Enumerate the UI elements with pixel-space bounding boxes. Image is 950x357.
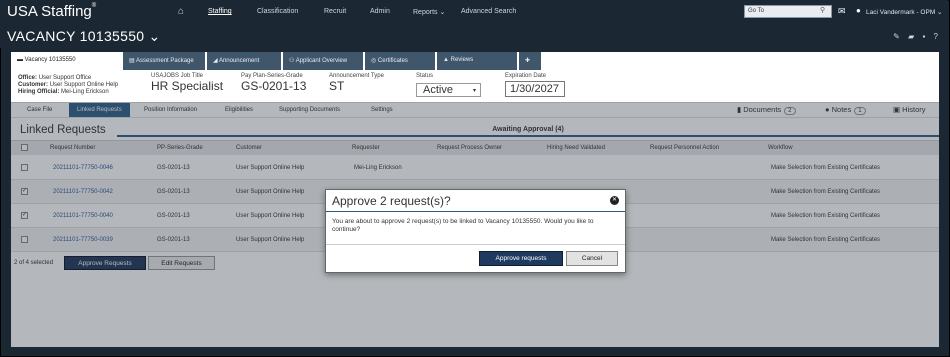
vacancy-title[interactable]: VACANCY 10135550 ⌄ <box>7 28 161 45</box>
tab-reviews[interactable]: ▲ Reviews <box>437 52 517 70</box>
nav-advanced-search[interactable]: Advanced Search <box>461 8 516 15</box>
pps-field: Pay Plan-Series-Grade GS-0201-13 <box>241 73 306 93</box>
mail-icon[interactable]: ✉ <box>838 6 846 17</box>
certificate-icon: ◎ <box>371 58 378 64</box>
tab-label: Announcement <box>218 58 260 64</box>
expiration-input[interactable]: 1/30/2027 <box>505 81 565 97</box>
tab-label: Vacancy 10135550 <box>24 57 76 63</box>
user-icon: ● <box>856 6 861 15</box>
expiration-label: Expiration Date <box>505 73 547 79</box>
close-icon[interactable]: ✕ <box>610 196 619 205</box>
brand-text: USA Staffing <box>7 3 92 20</box>
nav-admin[interactable]: Admin <box>370 8 390 15</box>
office-label: Office: <box>18 75 38 81</box>
folder-icon[interactable]: ▰ <box>908 32 914 41</box>
goto-input[interactable]: Go To <box>744 5 832 18</box>
vacancy-bar: VACANCY 10135550 ⌄ ✎ ▰ ▪ ? <box>0 24 948 48</box>
announcement-type-field: Announcement Type ST <box>329 73 384 93</box>
user-menu[interactable]: Laci Vandermark - OPM ⌄ <box>866 8 943 16</box>
top-nav: USA Staffing® ⌂ Staffing Classification … <box>0 0 948 24</box>
job-title-value: HR Specialist <box>151 79 224 93</box>
office-value: User Support Office <box>38 75 92 81</box>
comment-icon[interactable]: ▪ <box>922 32 925 41</box>
hiring-value: Mei-Ling Erickson <box>61 89 109 95</box>
chevron-down-icon: ▾ <box>472 88 476 94</box>
briefcase-icon: ▬ <box>17 57 25 63</box>
customer-label: Customer: <box>18 82 49 88</box>
dialog-message: You are about to approve 2 request(s) to… <box>332 218 594 233</box>
hiring-label: Hiring Official: <box>18 89 60 95</box>
cancel-button[interactable]: Cancel <box>566 251 618 266</box>
help-icon[interactable]: ? <box>934 32 938 41</box>
approve-button[interactable]: Approve requests <box>479 251 563 266</box>
tab-label: Assessment Package <box>136 58 194 64</box>
dialog-title: Approve 2 request(s)? <box>332 194 451 208</box>
tab-label: Applicant Overview <box>295 58 348 64</box>
nav-reports[interactable]: Reports ⌄ <box>413 8 445 16</box>
nav-classification[interactable]: Classification <box>257 8 298 15</box>
tab-label: Certificates <box>377 58 408 64</box>
status-field: Status <box>416 73 433 79</box>
nav-recruit[interactable]: Recruit <box>324 8 346 15</box>
status-label: Status <box>416 73 434 79</box>
people-icon: ⚇ <box>289 58 296 64</box>
vacancy-meta: Office: User Support Office Customer: Us… <box>18 75 118 96</box>
home-icon[interactable]: ⌂ <box>178 6 184 17</box>
brand-logo[interactable]: USA Staffing® <box>7 3 96 20</box>
dialog-divider <box>326 211 625 212</box>
tab-applicant-overview[interactable]: ⚇ Applicant Overview <box>283 52 363 70</box>
vacancy-info: Office: User Support Office Customer: Us… <box>11 70 939 102</box>
tab-add[interactable]: ✚ <box>519 52 541 70</box>
customer-value: User Support Online Help <box>49 82 119 88</box>
edit-icon[interactable]: ✎ <box>893 32 900 41</box>
job-title-field: USAJOBS Job Title HR Specialist <box>151 73 223 93</box>
status-select[interactable]: Active ▾ <box>416 83 481 97</box>
thumbs-up-icon: ▲ <box>443 57 451 63</box>
pps-value: GS-0201-13 <box>241 79 307 93</box>
dialog-footer-divider <box>326 244 625 245</box>
tab-announcement[interactable]: ◢ Announcement <box>207 52 281 70</box>
approve-dialog: Approve 2 request(s)? ✕ You are about to… <box>325 189 626 273</box>
tab-label: Reviews <box>450 57 474 63</box>
tab-certificates[interactable]: ◎ Certificates <box>365 52 435 70</box>
brand-mark: ® <box>91 3 97 9</box>
tab-vacancy[interactable]: ▬ Vacancy 10135550 <box>11 52 121 70</box>
announcement-type-value: ST <box>329 79 345 93</box>
expiration-field: Expiration Date <box>505 73 546 79</box>
package-icon: ▤ <box>129 58 137 64</box>
vacancy-actions: ✎ ▰ ▪ ? <box>887 32 938 41</box>
status-value: Active <box>423 84 453 96</box>
nav-staffing[interactable]: Staffing <box>208 8 232 15</box>
search-icon[interactable]: ⚲ <box>820 6 825 14</box>
tab-assessment-package[interactable]: ▤ Assessment Package <box>123 52 205 70</box>
plus-icon: ✚ <box>525 58 531 64</box>
